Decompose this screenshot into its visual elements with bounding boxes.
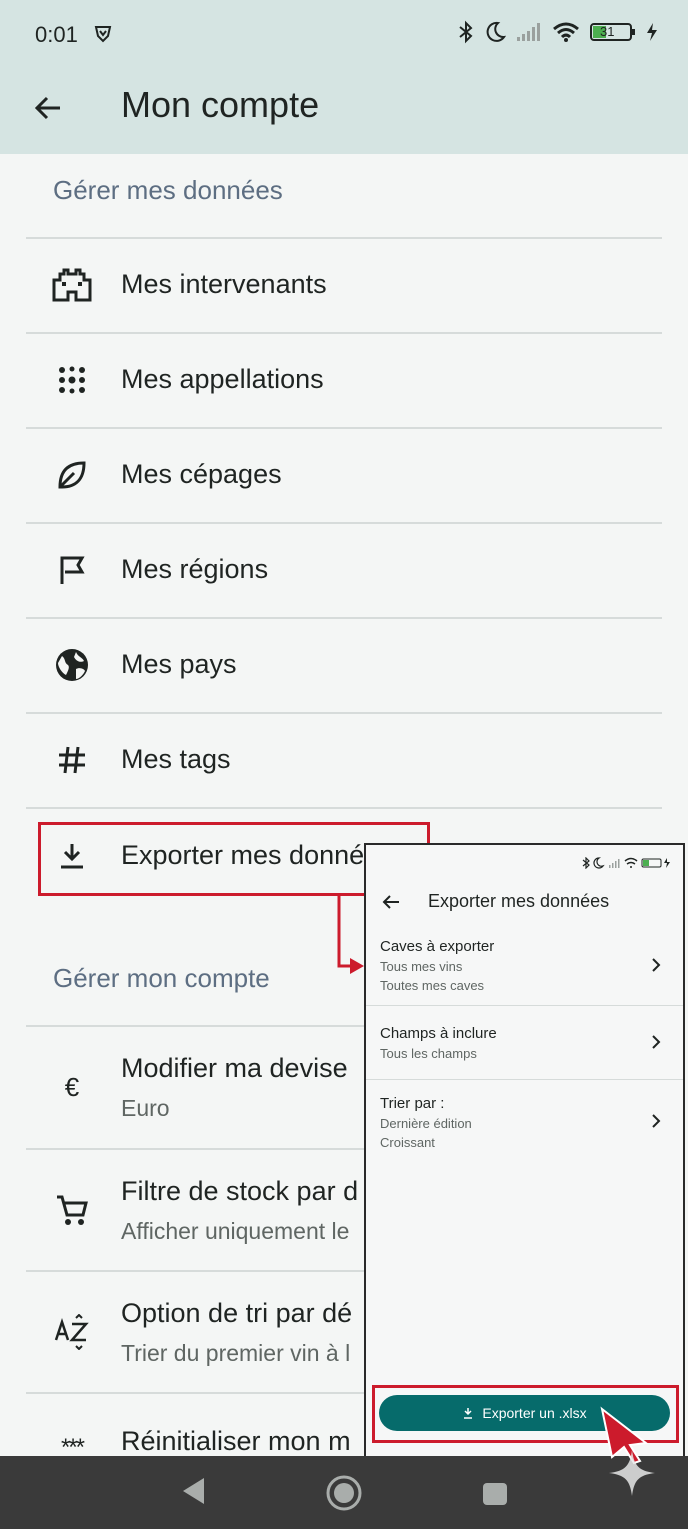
globe-icon bbox=[52, 645, 92, 685]
nav-recent-button[interactable] bbox=[482, 1482, 508, 1511]
nav-home-button[interactable] bbox=[325, 1474, 363, 1517]
menu-item-cepages[interactable]: Mes cépages bbox=[26, 429, 662, 522]
inset-item-sub: Toutes mes caves bbox=[380, 978, 485, 993]
menu-item-appellations[interactable]: Mes appellations bbox=[26, 334, 662, 427]
inset-item-sub: Croissant bbox=[380, 1135, 435, 1150]
nav-recent-icon bbox=[483, 1483, 507, 1505]
inset-back-button[interactable] bbox=[380, 891, 402, 913]
app-bar: Mon compte bbox=[0, 70, 688, 154]
inset-item-sub: Dernière édition bbox=[380, 1116, 472, 1131]
bluetooth-icon bbox=[458, 20, 474, 44]
chevron-right-icon bbox=[652, 1035, 661, 1049]
dots-grid-icon bbox=[52, 360, 92, 400]
sparkle-icon bbox=[609, 1450, 655, 1496]
arrow-left-icon bbox=[34, 96, 60, 120]
menu-item-label: Modifier ma devise bbox=[121, 1053, 348, 1083]
password-icon: *** bbox=[60, 1434, 85, 1456]
menu-item-pays[interactable]: Mes pays bbox=[26, 619, 662, 712]
menu-item-label: Mes pays bbox=[121, 649, 237, 679]
euro-icon: € bbox=[64, 1071, 80, 1102]
sort-az-icon bbox=[52, 1312, 92, 1352]
inset-item-sub: Tous mes vins bbox=[380, 959, 463, 974]
castle-icon bbox=[52, 265, 92, 305]
page-title: Mon compte bbox=[121, 84, 320, 125]
menu-item-label: Mes appellations bbox=[121, 364, 324, 394]
menu-item-label: Mes tags bbox=[121, 744, 231, 774]
charging-icon bbox=[646, 22, 658, 42]
inset-item-tri[interactable]: Trier par : Dernière édition Croissant bbox=[366, 1095, 683, 1159]
leaf-icon bbox=[52, 455, 92, 495]
status-time: 0:01 bbox=[35, 22, 78, 47]
system-nav-bar bbox=[0, 1456, 688, 1529]
inset-title: Exporter mes données bbox=[428, 891, 610, 911]
inset-item-title: Trier par : bbox=[380, 1095, 445, 1112]
divider bbox=[26, 807, 662, 809]
moon-icon bbox=[484, 21, 506, 43]
arrow-left-icon bbox=[382, 895, 399, 909]
menu-item-label: Mes régions bbox=[121, 554, 269, 584]
inset-item-champs[interactable]: Champs à inclure Tous les champs bbox=[366, 1025, 683, 1075]
menu-item-label: Réinitialiser mon m bbox=[121, 1426, 351, 1456]
menu-item-label: Option de tri par dé bbox=[121, 1298, 353, 1328]
inset-item-title: Caves à exporter bbox=[380, 938, 495, 955]
inset-item-title: Champs à inclure bbox=[380, 1025, 497, 1042]
status-bar: 0:01 31 bbox=[0, 0, 688, 70]
nav-back-icon bbox=[183, 1478, 204, 1504]
inset-app-bar: Exporter mes données bbox=[366, 883, 683, 923]
menu-item-sub: Euro bbox=[121, 1095, 170, 1121]
menu-item-label: Mes cépages bbox=[121, 459, 282, 489]
inset-status-bar bbox=[581, 857, 671, 869]
vpn-shield-icon bbox=[93, 24, 113, 49]
cart-icon bbox=[52, 1190, 92, 1230]
section-title-manage-data: Gérer mes données bbox=[53, 175, 283, 205]
wifi-icon bbox=[552, 21, 580, 43]
nav-home-icon bbox=[326, 1475, 362, 1511]
inset-export-screen: Exporter mes données Caves à exporter To… bbox=[364, 843, 685, 1488]
menu-item-regions[interactable]: Mes régions bbox=[26, 524, 662, 617]
battery-level: 31 bbox=[600, 24, 615, 39]
chevron-right-icon bbox=[652, 958, 661, 972]
menu-item-tags[interactable]: Mes tags bbox=[26, 714, 662, 807]
inset-item-sub: Tous les champs bbox=[380, 1046, 477, 1061]
hashtag-icon bbox=[52, 740, 92, 780]
signal-icon bbox=[516, 22, 542, 42]
menu-item-label: Filtre de stock par d bbox=[121, 1176, 359, 1206]
menu-item-label: Mes intervenants bbox=[121, 269, 327, 299]
divider bbox=[366, 1005, 683, 1006]
flag-icon bbox=[52, 550, 92, 590]
back-button[interactable] bbox=[28, 88, 68, 128]
inset-status-icons bbox=[582, 857, 670, 869]
nav-back-button[interactable] bbox=[180, 1476, 206, 1511]
menu-item-intervenants[interactable]: Mes intervenants bbox=[26, 239, 662, 332]
divider bbox=[366, 1079, 683, 1080]
menu-item-sub: Afficher uniquement le bbox=[121, 1218, 350, 1244]
inset-item-caves[interactable]: Caves à exporter Tous mes vins Toutes me… bbox=[366, 938, 683, 1002]
section-title-manage-account: Gérer mon compte bbox=[53, 963, 270, 993]
battery-icon: 31 bbox=[590, 22, 636, 42]
chevron-right-icon bbox=[652, 1114, 661, 1128]
menu-item-sub: Trier du premier vin à l bbox=[121, 1340, 351, 1366]
